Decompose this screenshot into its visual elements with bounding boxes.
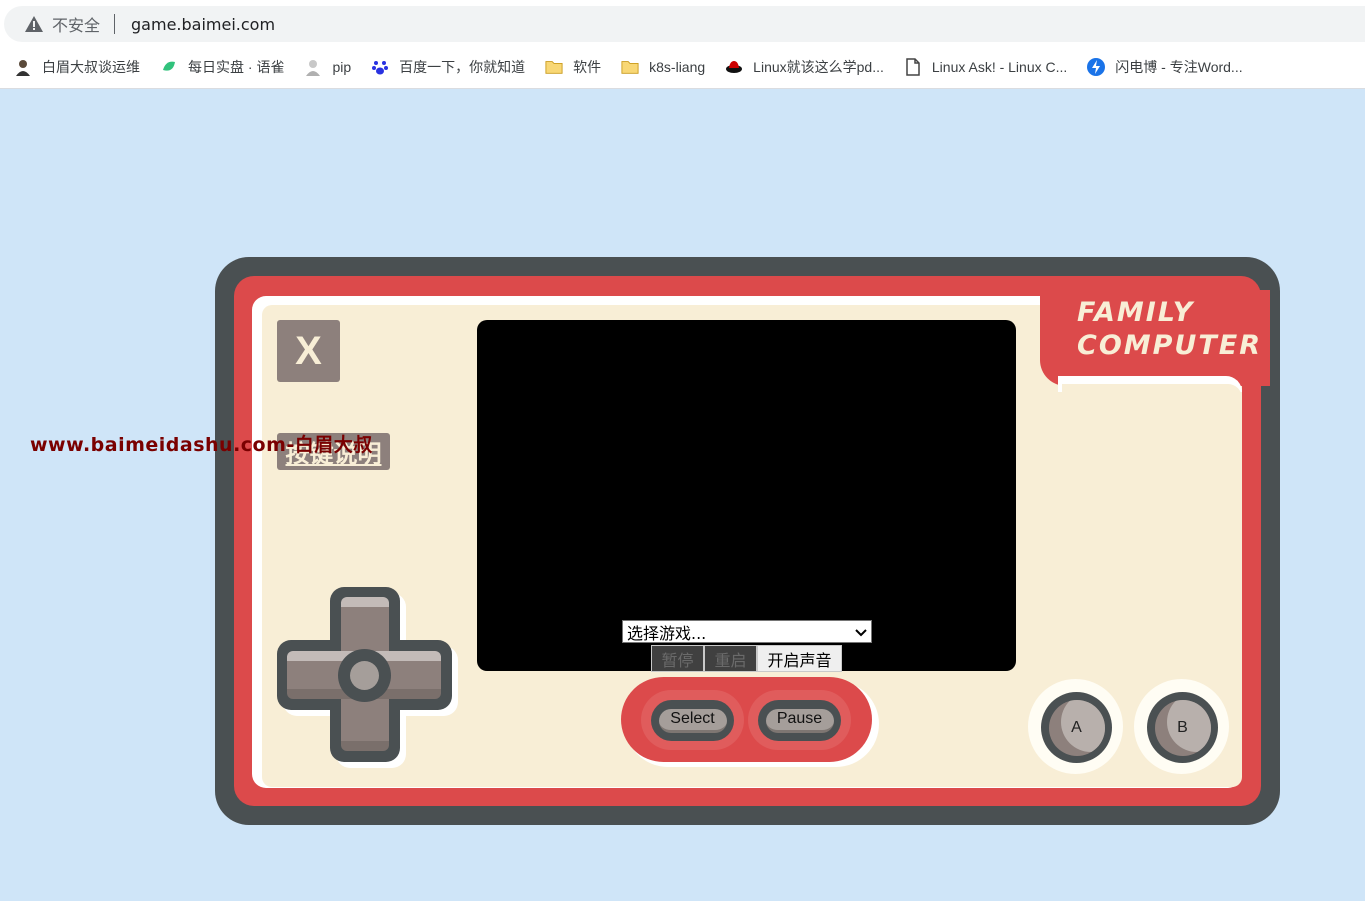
pause-button-label: Pause [765, 708, 834, 733]
game-screen[interactable] [477, 320, 1016, 671]
folder-icon [621, 61, 639, 74]
brand-logo: FAMILY COMPUTER [1077, 296, 1262, 362]
yuque-icon [163, 61, 175, 71]
game-select[interactable]: 选择游戏... [622, 620, 872, 643]
bookmark-item[interactable]: 闪电博 - 专注Word... [1087, 52, 1252, 82]
b-button-label: B [1177, 718, 1188, 736]
security-label[interactable]: 不安全 [52, 12, 100, 36]
divider [114, 14, 116, 34]
b-button[interactable]: B [1147, 692, 1218, 763]
b-button-face: B [1154, 699, 1211, 756]
user-icon [306, 60, 321, 76]
redhat-icon [726, 61, 743, 73]
brand-line-2: COMPUTER [1077, 330, 1263, 361]
bookmark-item[interactable]: pip [304, 52, 361, 82]
warning-icon[interactable] [24, 15, 44, 33]
bookmark-item[interactable]: 软件 [545, 52, 611, 82]
bookmark-item[interactable]: Linux Ask! - Linux C... [904, 52, 1077, 82]
brand-line-1: FAMILY [1077, 297, 1195, 328]
avatar-icon [16, 60, 30, 76]
select-button-label: Select [658, 708, 727, 733]
bookmark-item[interactable]: Linux就该这么学pd... [725, 52, 894, 82]
chevron-down-icon [855, 628, 867, 636]
bookmark-item[interactable]: 百度一下，你就知道 [371, 52, 535, 82]
bookmark-item[interactable]: 白眉大叔谈运维 [14, 52, 150, 82]
bookmark-item[interactable]: 每日实盘 · 语雀 [160, 52, 294, 82]
brand-corner-fill [1062, 384, 1242, 404]
bookmarks-bar: 白眉大叔谈运维 每日实盘 · 语雀 pip 百度一下，你就知道 软件 k8s-l… [0, 46, 1365, 89]
pause-game-button[interactable]: 暂停 [651, 645, 704, 672]
baidu-icon [372, 61, 389, 75]
watermark-text: www.baimeidashu.com-白眉大叔 [30, 434, 373, 456]
url-text[interactable]: game.baimei.com [131, 15, 275, 34]
browser-toolbar: 不安全 game.baimei.com [0, 0, 1365, 46]
a-button[interactable]: A [1041, 692, 1112, 763]
a-button-face: A [1048, 699, 1105, 756]
page-icon [906, 58, 920, 76]
address-bar[interactable]: 不安全 game.baimei.com [4, 6, 1365, 42]
bolt-icon [1087, 58, 1106, 76]
restart-button[interactable]: 重启 [704, 645, 757, 672]
start-pause-button[interactable]: Pause [758, 700, 841, 741]
a-button-label: A [1071, 718, 1082, 736]
dpad-center-knob [350, 661, 379, 690]
close-button[interactable]: X [277, 320, 340, 382]
game-select-value: 选择游戏... [627, 623, 707, 643]
bookmark-item[interactable]: k8s-liang [621, 52, 715, 82]
sound-toggle-button[interactable]: 开启声音 [757, 645, 842, 672]
folder-icon [545, 61, 563, 74]
select-button[interactable]: Select [651, 700, 734, 741]
